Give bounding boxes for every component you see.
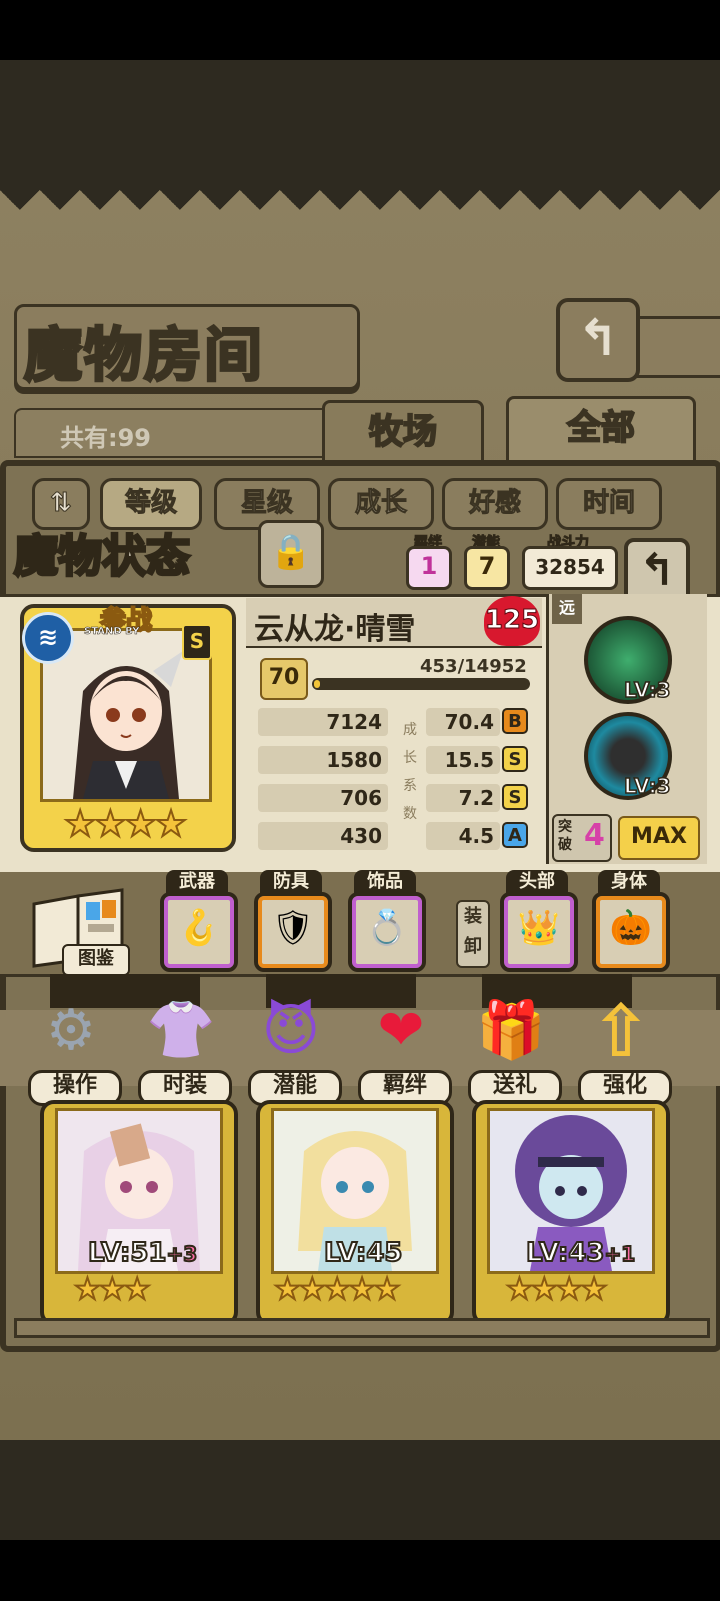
growth-grade-badge: S xyxy=(502,746,528,772)
equip-label: 武器 xyxy=(166,870,228,894)
max-badge: MAX xyxy=(618,816,700,860)
growth-grade-badge: B xyxy=(502,708,528,734)
card-level: LV:43+1 xyxy=(525,1237,636,1269)
card-stars: ★★★ xyxy=(73,1271,152,1308)
back-button[interactable]: ↰ xyxy=(556,298,640,382)
armor-slot[interactable]: 🛡 xyxy=(254,892,332,972)
growth-value: 7.2 xyxy=(426,784,500,812)
panel-bottom-rail xyxy=(14,1318,710,1338)
power-value: 32854 xyxy=(522,546,618,590)
growth-value: 4.5 xyxy=(426,822,500,850)
monster-card[interactable]: LV:45 ★★★★★ xyxy=(256,1100,454,1326)
level-badge: 70 xyxy=(260,658,308,700)
sort-time-button[interactable]: 时间 xyxy=(556,478,662,530)
monster-count: 共有:99 xyxy=(60,424,151,452)
break-label: 突破 xyxy=(558,819,572,853)
pumpkin-icon: 🎃 xyxy=(609,908,653,948)
break-box: 突破 4 xyxy=(552,814,612,862)
stat-value: 1580 xyxy=(258,746,388,774)
tab-ranch[interactable]: 牧场 xyxy=(322,400,484,464)
armor-icon: 🛡 xyxy=(271,908,315,948)
sort-growth-button[interactable]: 成长 xyxy=(328,478,434,530)
hearts-icon[interactable]: ❤ xyxy=(358,988,444,1074)
status-title: 魔物状态 xyxy=(13,530,192,584)
skill-level: LV:3 xyxy=(623,677,671,703)
equip-label: 身体 xyxy=(598,870,660,894)
growth-label-char: 系 xyxy=(403,778,417,794)
equip-label: 防具 xyxy=(260,870,322,894)
devil-icon[interactable]: 😈 xyxy=(248,988,334,1074)
tab-all[interactable]: 全部 xyxy=(506,396,696,466)
growth-coefficient-label: 成 长 系 数 xyxy=(400,716,420,828)
lock-button[interactable]: 🔒 xyxy=(258,520,324,588)
equip-label: 头部 xyxy=(506,870,568,894)
card-level: LV:45 xyxy=(323,1237,404,1269)
stat-value: 706 xyxy=(258,784,388,812)
back-button-tail xyxy=(632,316,720,378)
monster-card[interactable]: LV:51+3 ★★★ xyxy=(40,1100,238,1326)
skill-level: LV:3 xyxy=(623,773,671,799)
equip-label: 饰品 xyxy=(354,870,416,894)
accessory-slot[interactable]: 💍 xyxy=(348,892,426,972)
tiara-icon: 👑 xyxy=(517,908,561,948)
portrait-stars: ★★★★ xyxy=(63,803,188,846)
standby-sub-label: STAND BY xyxy=(84,626,140,638)
return-arrow-icon: ↰ xyxy=(638,545,676,596)
rank-badge: S xyxy=(182,624,212,660)
sort-toggle-icon: ⇅ xyxy=(50,488,73,519)
lock-icon: 🔒 xyxy=(269,532,313,572)
break-value: 4 xyxy=(584,818,605,853)
growth-label-char: 成 xyxy=(403,722,417,738)
card-level: LV:51+3 xyxy=(87,1237,198,1269)
growth-label-char: 长 xyxy=(403,750,417,766)
monster-card[interactable]: LV:43+1 ★★★★ xyxy=(472,1100,670,1326)
upgrade-arrow-icon[interactable]: ⇧ xyxy=(578,988,664,1074)
scythe-icon: 🪝 xyxy=(177,908,221,948)
bottom-shade xyxy=(0,1440,720,1540)
exp-bar xyxy=(312,678,530,690)
sort-affinity-button[interactable]: 好感 xyxy=(442,478,548,530)
potential-value: 7 xyxy=(464,546,510,590)
weapon-slot[interactable]: 🪝 xyxy=(160,892,238,972)
gear-icon[interactable]: ⚙ xyxy=(28,988,114,1074)
water-element-icon: ≋ xyxy=(22,612,74,664)
affinity-heart-badge: 125 xyxy=(484,596,540,646)
back-arrow-icon: ↰ xyxy=(577,309,619,367)
growth-label-char: 数 xyxy=(403,806,417,822)
exp-text: 453/14952 xyxy=(420,656,527,677)
zigzag-border xyxy=(0,190,720,230)
outfit-icon[interactable]: 👚 xyxy=(138,988,224,1074)
exp-bar-fill xyxy=(314,680,320,688)
ring-icon: 💍 xyxy=(365,908,409,948)
codex-label: 图鉴 xyxy=(62,944,130,976)
bond-value: 1 xyxy=(406,546,452,590)
growth-value: 70.4 xyxy=(426,708,500,736)
top-shade xyxy=(0,60,720,190)
growth-value: 15.5 xyxy=(426,746,500,774)
card-stars: ★★★★ xyxy=(505,1271,609,1308)
page-title: 魔物房间 xyxy=(22,320,265,391)
growth-grade-badge: S xyxy=(502,784,528,810)
unequip-button[interactable]: 装卸 xyxy=(456,900,490,968)
growth-grade-badge: A xyxy=(502,822,528,848)
card-stars: ★★★★★ xyxy=(273,1271,402,1308)
gift-icon[interactable]: 🎁 xyxy=(468,988,554,1074)
body-slot[interactable]: 🎃 xyxy=(592,892,670,972)
stat-value: 430 xyxy=(258,822,388,850)
monster-name: 云从龙·晴雪 xyxy=(254,612,416,647)
head-slot[interactable]: 👑 xyxy=(500,892,578,972)
stat-value: 7124 xyxy=(258,708,388,736)
range-tag: 远 xyxy=(552,594,582,624)
